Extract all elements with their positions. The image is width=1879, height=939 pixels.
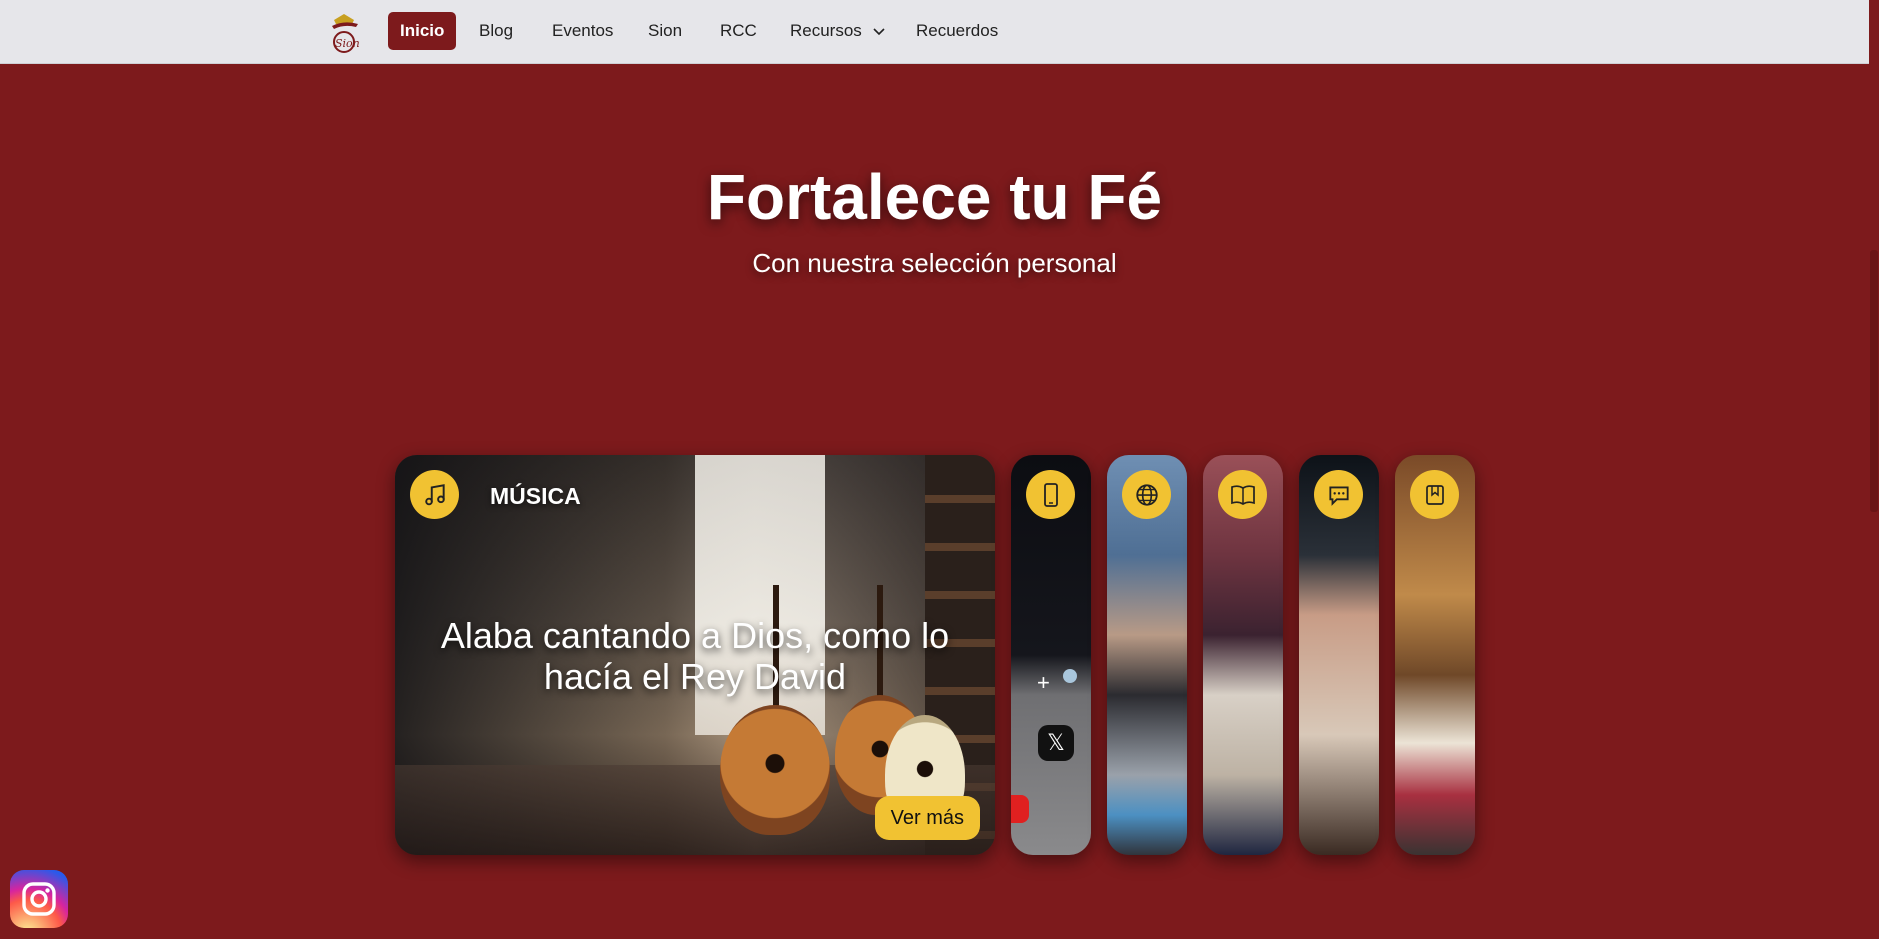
youtube-app-icon — [1011, 795, 1029, 823]
card-musica-label: MÚSICA — [490, 483, 581, 509]
scrollbar-thumb[interactable] — [1870, 250, 1878, 512]
chevron-down-icon — [872, 13, 886, 51]
card-phone[interactable]: + 𝕏 — [1011, 455, 1091, 855]
nav-sion[interactable]: Sion — [636, 12, 694, 50]
card-image-guitar — [720, 705, 830, 835]
nav-recuerdos[interactable]: Recuerdos — [904, 12, 1010, 50]
chat-icon — [1314, 470, 1363, 519]
phone-icon — [1026, 470, 1075, 519]
book-icon — [1218, 470, 1267, 519]
card-musica[interactable]: MÚSICA Alaba cantando a Dios, como lo ha… — [395, 455, 995, 855]
sion-logo[interactable]: Sion — [326, 10, 362, 54]
globe-icon — [1122, 470, 1171, 519]
top-navbar: Sion Inicio Blog Eventos Sion RCC Recurs… — [0, 0, 1869, 64]
card-musica-text: Alaba cantando a Dios, como lo hacía el … — [440, 615, 950, 697]
x-app-icon: 𝕏 — [1038, 725, 1074, 761]
plus-icon: + — [1037, 670, 1050, 695]
nav-inicio[interactable]: Inicio — [388, 12, 457, 50]
dot-icon — [1063, 669, 1077, 683]
nav-recursos-label: Recursos — [790, 21, 862, 40]
card-bookmark[interactable] — [1395, 455, 1475, 855]
card-chat[interactable] — [1299, 455, 1379, 855]
hero-title: Fortalece tu Fé — [706, 161, 1163, 233]
nav-blog[interactable]: Blog — [467, 12, 525, 50]
card-globe[interactable] — [1107, 455, 1187, 855]
nav-rcc[interactable]: RCC — [708, 12, 769, 50]
ver-mas-button[interactable]: Ver más — [874, 796, 980, 840]
nav-recursos-dropdown[interactable]: Recursos — [778, 12, 898, 50]
bookmark-icon — [1410, 470, 1459, 519]
nav-eventos[interactable]: Eventos — [540, 12, 625, 50]
music-note-icon — [410, 470, 459, 519]
svg-text:Sion: Sion — [335, 37, 360, 50]
instagram-icon[interactable] — [10, 870, 68, 928]
hero-subtitle: Con nuestra selección personal — [752, 248, 1117, 278]
card-book[interactable] — [1203, 455, 1283, 855]
